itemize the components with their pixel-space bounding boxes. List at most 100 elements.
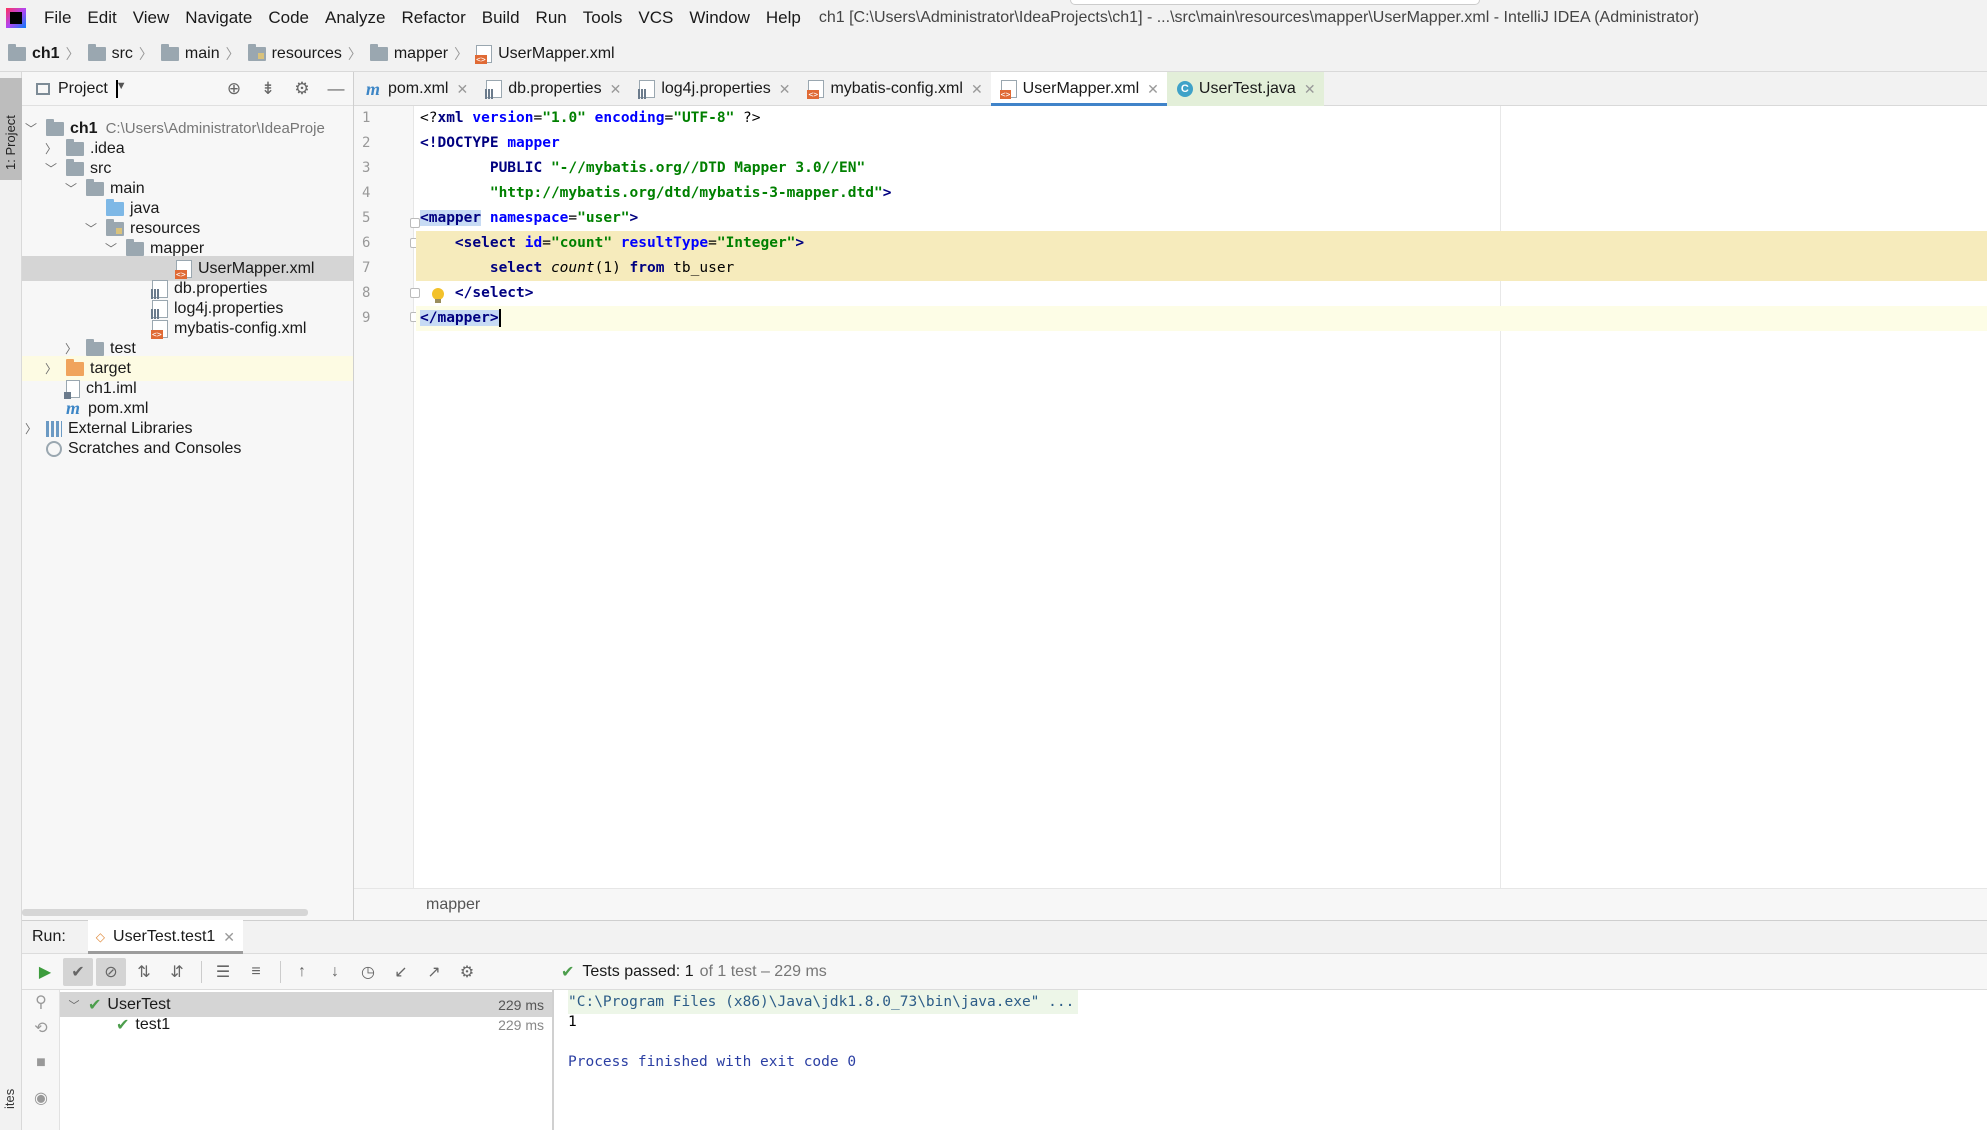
menu-analyze[interactable]: Analyze [317,0,393,36]
menu-tools[interactable]: Tools [575,0,631,36]
intention-bulb-icon[interactable] [432,288,444,303]
tab-usermapper-xml[interactable]: UserMapper.xml ✕ [990,72,1168,107]
project-tool-label: 1: Project [3,115,18,170]
menu-view[interactable]: View [125,0,178,36]
chevron-down-icon[interactable]: ﹀ [22,120,40,137]
menu-code[interactable]: Code [260,0,317,36]
tree-item-label: ch1.iml [86,379,137,397]
show-passed-icon[interactable]: ✔ [63,957,93,986]
export-tests-icon[interactable]: ↗ [419,958,449,986]
folder-icon [66,138,84,156]
close-icon[interactable]: ✕ [456,81,468,98]
breadcrumb-ch1[interactable]: ch1 [8,43,60,63]
close-icon[interactable]: ✕ [610,81,622,98]
chevron-down-icon[interactable]: ﹀ [82,220,100,237]
close-icon[interactable]: ✕ [779,81,791,98]
chevron-right-icon[interactable]: 〉 [42,140,60,157]
project-view-icon [36,82,50,95]
next-failed-icon[interactable]: ↓ [320,958,350,986]
test-history-icon[interactable]: ◷ [353,958,383,986]
code-token: PUBLIC [420,160,551,176]
run-label: Run: [32,928,66,945]
tree-item-label: db.properties [174,279,268,297]
breadcrumb-src[interactable]: src [87,43,133,63]
minimize-icon[interactable]: — [319,79,353,99]
code-token: id [516,235,543,251]
tab-mybatis-config[interactable]: mybatis-config.xml ✕ [798,72,990,106]
tab-log4j-properties[interactable]: log4j.properties ✕ [629,72,798,106]
gear-icon[interactable]: ⚙ [285,79,319,99]
source-folder-icon [106,198,124,216]
fold-marker-icon[interactable] [410,218,420,228]
chevron-right-icon[interactable]: 〉 [42,360,60,377]
breadcrumb-main[interactable]: main [160,43,220,63]
line-number: 7 [362,260,371,276]
tab-pom-xml[interactable]: m pom.xml ✕ [354,72,476,106]
editor-breadcrumb-item[interactable]: mapper [426,896,480,914]
chevron-down-icon[interactable]: ﹀ [42,160,60,177]
restart-icon[interactable]: ⟲ [30,1018,52,1040]
breadcrumb-mapper[interactable]: mapper [369,43,448,63]
previous-failed-icon[interactable]: ↑ [287,958,317,986]
run-tab-usertest[interactable]: ◇ UserTest.test1 ✕ [87,920,244,954]
gear-icon[interactable]: ⚙ [452,958,482,986]
debug-icon[interactable]: ⚲ [30,992,52,1014]
chevron-right-icon[interactable]: 〉 [22,420,40,437]
breadcrumb-resources[interactable]: resources [247,43,342,63]
code-token: <select [420,235,517,251]
menu-file[interactable]: File [36,0,79,36]
collapse-all-icon[interactable]: ⇟ [251,79,285,99]
close-icon[interactable]: ✕ [1304,81,1316,98]
chevron-down-icon[interactable]: ﹀ [62,180,80,197]
close-icon[interactable]: ✕ [971,81,983,98]
stop-icon[interactable]: ■ [30,1054,52,1076]
code-token: = [708,235,717,251]
import-tests-icon[interactable]: ↙ [386,958,416,986]
menu-run[interactable]: Run [528,0,575,36]
collapse-all-icon[interactable]: ≡ [241,958,271,986]
project-view-selector[interactable]: Project [58,80,108,98]
window-title: ch1 [C:\Users\Administrator\IdeaProjects… [818,9,1700,26]
project-tool-button[interactable]: 1: Project [0,78,22,180]
tab-usertest-java[interactable]: C UserTest.java ✕ [1166,72,1324,106]
tab-label: log4j.properties [661,80,771,97]
tree-item-scratches[interactable]: Scratches and Consoles [46,436,241,461]
code-editor[interactable]: 1 2 3 4 5 6 7 8 9 <?xml version="1.0" en… [354,106,1987,888]
console-output[interactable]: "C:\Program Files (x86)\Java\jdk1.8.0_73… [556,990,1987,1130]
tree-item-label: mapper [150,239,205,257]
xml-file-icon [807,80,825,99]
menu-window[interactable]: Window [681,0,757,36]
chevron-right-icon[interactable]: 〉 [62,340,80,357]
code-line-2: <!DOCTYPE mapper [420,131,560,156]
sort-alphabetically-icon[interactable]: ⇅ [129,958,159,986]
menu-help[interactable]: Help [758,0,809,36]
tab-db-properties[interactable]: db.properties ✕ [476,72,629,106]
chevron-right-icon: 〉 [65,45,80,62]
rerun-icon[interactable]: ▶ [30,958,60,986]
menu-navigate[interactable]: Navigate [177,0,260,36]
camera-icon[interactable]: ◉ [30,1088,52,1110]
sort-by-duration-icon[interactable]: ⇵ [162,958,192,986]
java-class-icon: C [1176,81,1193,97]
menu-vcs[interactable]: VCS [630,0,681,36]
close-icon[interactable]: ✕ [223,929,235,946]
menu-refactor[interactable]: Refactor [393,0,473,36]
test-row-test1[interactable]: ✔ test1 229 ms [60,1012,552,1037]
project-panel-header: Project ▼ ⊕ ⇟ ⚙ — [22,72,353,106]
chevron-down-icon[interactable]: ▼ [115,79,127,98]
tree-item-label: .idea [90,139,125,157]
expand-all-icon[interactable]: ☰ [208,958,238,986]
tree-item-mybatis-config[interactable]: mybatis-config.xml [151,316,306,341]
horizontal-scrollbar[interactable] [22,909,308,916]
show-ignored-icon[interactable]: ⊘ [96,957,126,986]
favorites-tool-button[interactable]: ites [2,1089,17,1109]
breadcrumb-usermapper[interactable]: UserMapper.xml [475,44,615,64]
code-token: mapper [507,135,560,151]
fold-marker-icon[interactable] [410,288,420,298]
chevron-down-icon[interactable]: ﹀ [102,240,120,257]
close-icon[interactable]: ✕ [1147,81,1159,98]
menu-build[interactable]: Build [474,0,528,36]
chevron-down-icon[interactable]: ﹀ [66,997,82,1013]
locate-icon[interactable]: ⊕ [217,79,251,99]
menu-edit[interactable]: Edit [79,0,124,36]
